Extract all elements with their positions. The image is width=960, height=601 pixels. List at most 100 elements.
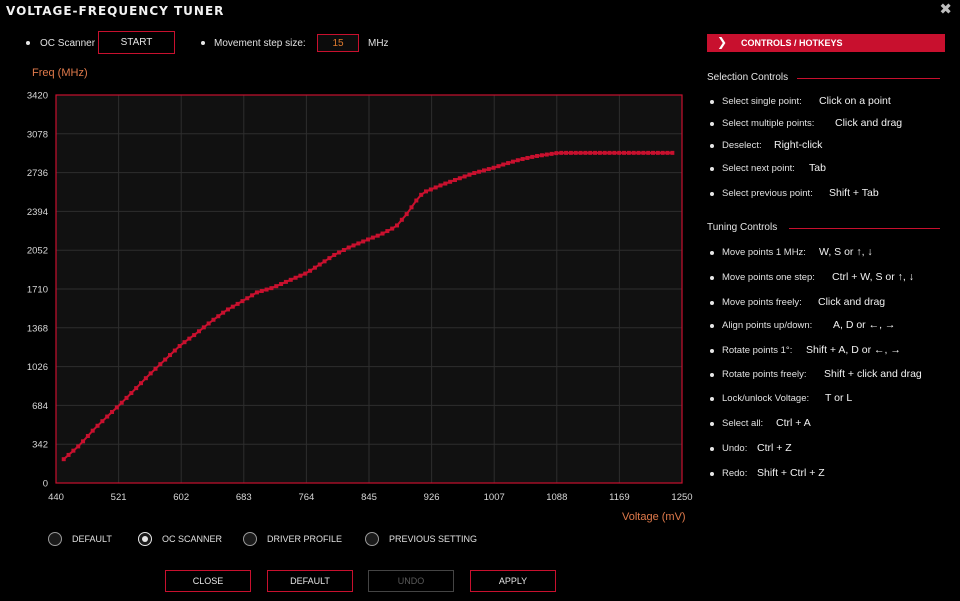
curve-point[interactable] [588, 150, 593, 155]
vf-curve-chart[interactable]: 0 342 684 1026 1368 1710 2052 2394 2736 3078 3420 … [0, 80, 700, 510]
radio-circle-default[interactable] [48, 532, 62, 546]
curve-point[interactable] [143, 376, 148, 381]
curve-point[interactable] [554, 151, 559, 156]
curve-point[interactable] [564, 150, 569, 155]
curve-point[interactable] [409, 205, 414, 210]
curve-point[interactable] [235, 301, 240, 306]
curve-point[interactable] [631, 150, 636, 155]
curve-point[interactable] [332, 252, 337, 257]
curve-point[interactable] [298, 273, 303, 278]
curve-point[interactable] [660, 150, 665, 155]
curve-point[interactable] [510, 159, 515, 164]
curve-point[interactable] [187, 336, 192, 341]
curve-point[interactable] [245, 296, 250, 301]
curve-point[interactable] [433, 185, 438, 190]
curve-point[interactable] [670, 150, 675, 155]
curve-point[interactable] [361, 239, 366, 244]
curve-point[interactable] [114, 405, 119, 410]
curve-point[interactable] [573, 150, 578, 155]
curve-point[interactable] [76, 444, 81, 449]
curve-point[interactable] [322, 259, 327, 264]
curve-point[interactable] [129, 391, 134, 396]
curve-point[interactable] [134, 386, 139, 391]
curve-point[interactable] [617, 150, 622, 155]
curve-point[interactable] [539, 153, 544, 158]
curve-point[interactable] [501, 162, 506, 167]
curve-point[interactable] [211, 317, 216, 322]
curve-point[interactable] [303, 271, 308, 276]
curve-point[interactable] [626, 150, 631, 155]
curve-point[interactable] [525, 155, 530, 160]
curve-point[interactable] [578, 150, 583, 155]
curve-point[interactable] [530, 154, 535, 159]
curve-point[interactable] [568, 150, 573, 155]
curve-point[interactable] [496, 164, 501, 169]
curve-point[interactable] [250, 293, 255, 298]
curve-point[interactable] [515, 158, 520, 163]
curve-point[interactable] [283, 279, 288, 284]
curve-point[interactable] [81, 439, 86, 444]
curve-point[interactable] [182, 340, 187, 345]
curve-point[interactable] [158, 362, 163, 367]
curve-point[interactable] [288, 277, 293, 282]
curve-point[interactable] [356, 241, 361, 246]
curve-point[interactable] [119, 400, 124, 405]
curve-point[interactable] [105, 414, 110, 419]
curve-point[interactable] [506, 161, 511, 166]
curve-point[interactable] [375, 233, 380, 238]
curve-point[interactable] [201, 325, 206, 330]
curve-point[interactable] [71, 448, 76, 453]
curve-point[interactable] [535, 153, 540, 158]
curve-point[interactable] [221, 310, 226, 315]
curve-point[interactable] [486, 167, 491, 172]
curve-point[interactable] [163, 357, 168, 362]
curve-point[interactable] [467, 172, 472, 177]
curve-point[interactable] [443, 181, 448, 186]
close-button[interactable]: CLOSE [165, 570, 251, 592]
apply-button[interactable]: APPLY [470, 570, 556, 592]
curve-point[interactable] [399, 217, 404, 222]
curve-point[interactable] [366, 237, 371, 242]
curve-point[interactable] [395, 223, 400, 228]
curve-point[interactable] [167, 353, 172, 358]
curve-point[interactable] [196, 329, 201, 334]
curve-point[interactable] [448, 179, 453, 184]
curve-point[interactable] [279, 282, 284, 287]
curve-point[interactable] [100, 419, 105, 424]
curve-point[interactable] [240, 299, 245, 304]
curve-point[interactable] [607, 150, 612, 155]
curve-point[interactable] [337, 250, 342, 255]
curve-point[interactable] [481, 168, 486, 173]
curve-point[interactable] [414, 198, 419, 203]
curve-point[interactable] [655, 150, 660, 155]
curve-point[interactable] [66, 452, 71, 457]
curve-point[interactable] [423, 189, 428, 194]
curve-point[interactable] [370, 235, 375, 240]
curve-point[interactable] [452, 178, 457, 183]
curve-point[interactable] [583, 150, 588, 155]
curve-point[interactable] [351, 243, 356, 248]
undo-button[interactable]: UNDO [368, 570, 454, 592]
curve-point[interactable] [419, 192, 424, 197]
curve-point[interactable] [385, 229, 390, 234]
curve-point[interactable] [462, 174, 467, 179]
vf-curve-svg[interactable]: 034268410261368171020522394273630783420 … [0, 80, 700, 510]
curve-point[interactable] [597, 150, 602, 155]
curve-point[interactable] [477, 169, 482, 174]
curve-point[interactable] [172, 348, 177, 353]
curve-point[interactable] [341, 248, 346, 253]
curve-point[interactable] [90, 428, 95, 433]
curve-point[interactable] [549, 151, 554, 156]
step-size-input[interactable] [317, 34, 359, 52]
curve-point[interactable] [110, 409, 115, 414]
curve-point[interactable] [491, 165, 496, 170]
curve-point[interactable] [216, 314, 221, 319]
radio-circle-previous-setting[interactable] [365, 532, 379, 546]
curve-point[interactable] [346, 245, 351, 250]
curve-point[interactable] [641, 150, 646, 155]
curve-point[interactable] [428, 187, 433, 192]
curve-point[interactable] [651, 150, 656, 155]
default-button[interactable]: DEFAULT [267, 570, 353, 592]
close-icon[interactable]: ✖ [939, 0, 952, 18]
curve-point[interactable] [438, 183, 443, 188]
